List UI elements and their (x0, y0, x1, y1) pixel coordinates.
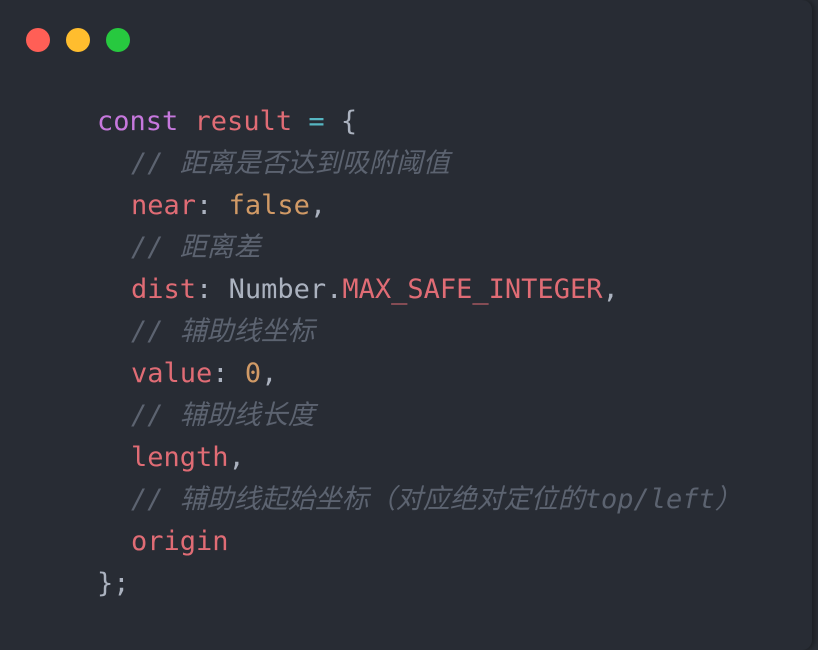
keyword-const: const (97, 106, 179, 137)
close-button[interactable] (26, 28, 50, 52)
code-line-3: near: false, (97, 185, 742, 227)
code-line-8: // 辅助线长度 (97, 395, 742, 437)
zoom-button[interactable] (106, 28, 130, 52)
code-line-6: // 辅助线坐标 (97, 311, 742, 353)
object-number: Number (228, 274, 327, 305)
code-line-11: origin (97, 521, 742, 563)
minimize-button[interactable] (66, 28, 90, 52)
dot: . (326, 274, 343, 305)
key-value: value (131, 358, 213, 389)
comma: , (261, 358, 278, 389)
code-line-7: value: 0, (97, 353, 742, 395)
operator-equals: = (308, 106, 325, 137)
code-line-2: // 距离是否达到吸附阈值 (97, 143, 742, 185)
comma: , (602, 274, 619, 305)
brace-close: }; (97, 568, 130, 599)
code-line-1: const result = { (97, 101, 742, 143)
code-line-10: // 辅助线起始坐标（对应绝对定位的top/left） (97, 479, 742, 521)
code-window: const result = { // 距离是否达到吸附阈值 near: false… (0, 0, 812, 650)
comment-near: // 距离是否达到吸附阈值 (131, 148, 450, 179)
comma: , (228, 442, 245, 473)
literal-false: false (228, 190, 310, 221)
variable-result: result (194, 106, 293, 137)
colon: : (196, 274, 213, 305)
literal-zero: 0 (244, 358, 262, 389)
code-line-4: // 距离差 (97, 227, 742, 269)
comment-length: // 辅助线长度 (131, 400, 315, 431)
brace-open: { (340, 106, 358, 137)
comma: , (309, 190, 327, 221)
property-max-safe-integer: MAX_SAFE_INTEGER (342, 274, 603, 305)
key-near: near (131, 190, 197, 221)
code-line-5: dist: Number.MAX_SAFE_INTEGER, (97, 269, 742, 311)
colon: : (196, 190, 213, 221)
key-dist: dist (131, 274, 197, 305)
key-origin: origin (131, 526, 229, 557)
comment-origin: // 辅助线起始坐标（对应绝对定位的top/left） (131, 484, 742, 515)
code-line-12: }; (97, 563, 742, 605)
code-block: const result = { // 距离是否达到吸附阈值 near: false… (97, 101, 742, 605)
comment-dist: // 距离差 (131, 232, 261, 263)
colon: : (212, 358, 229, 389)
code-line-9: length, (97, 437, 742, 479)
key-length: length (131, 442, 229, 473)
comment-value: // 辅助线坐标 (131, 316, 315, 347)
window-titlebar (26, 28, 130, 52)
